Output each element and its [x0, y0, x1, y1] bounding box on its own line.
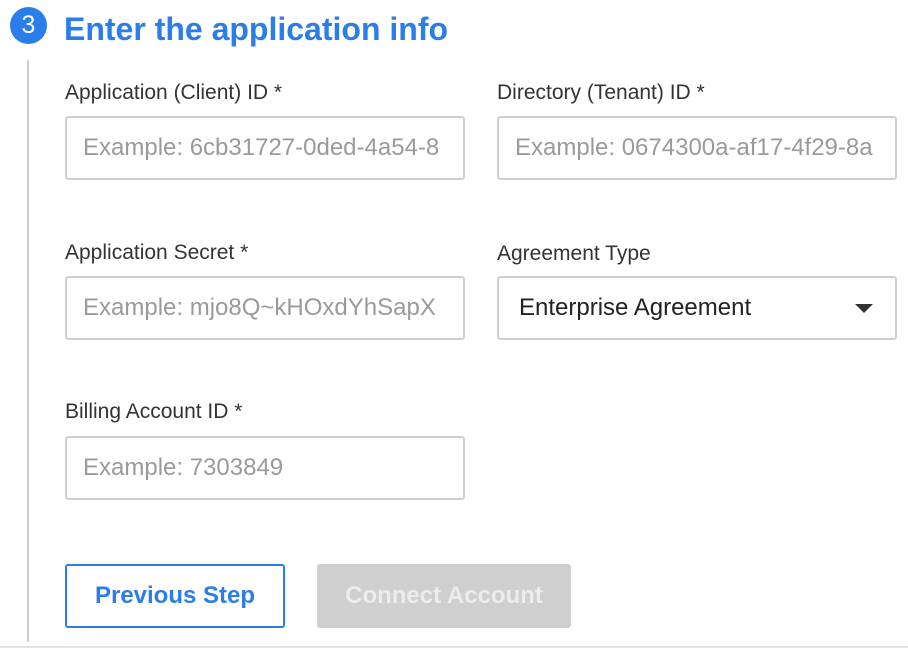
- client-id-input[interactable]: [65, 116, 465, 180]
- billing-account-id-input[interactable]: [65, 436, 465, 500]
- application-info-step: 3 Enter the application info Application…: [0, 0, 908, 654]
- agreement-type-select[interactable]: Enterprise Agreement: [497, 276, 897, 340]
- agreement-type-selected-value: Enterprise Agreement: [519, 294, 752, 321]
- caret-down-icon: [855, 304, 873, 313]
- secret-label: Application Secret *: [65, 241, 249, 264]
- section-bottom-divider: [0, 646, 908, 648]
- step-number-badge: 3: [10, 7, 47, 44]
- billing-account-id-label: Billing Account ID *: [65, 400, 243, 423]
- step-rail-divider: [27, 60, 29, 642]
- step-title: Enter the application info: [64, 11, 449, 47]
- secret-input[interactable]: [65, 276, 465, 340]
- client-id-label: Application (Client) ID *: [65, 81, 283, 104]
- tenant-id-input[interactable]: [497, 116, 897, 180]
- agreement-type-label: Agreement Type: [497, 242, 651, 265]
- connect-account-button[interactable]: Connect Account: [317, 564, 571, 628]
- previous-step-button[interactable]: Previous Step: [65, 564, 285, 628]
- tenant-id-label: Directory (Tenant) ID *: [497, 81, 705, 104]
